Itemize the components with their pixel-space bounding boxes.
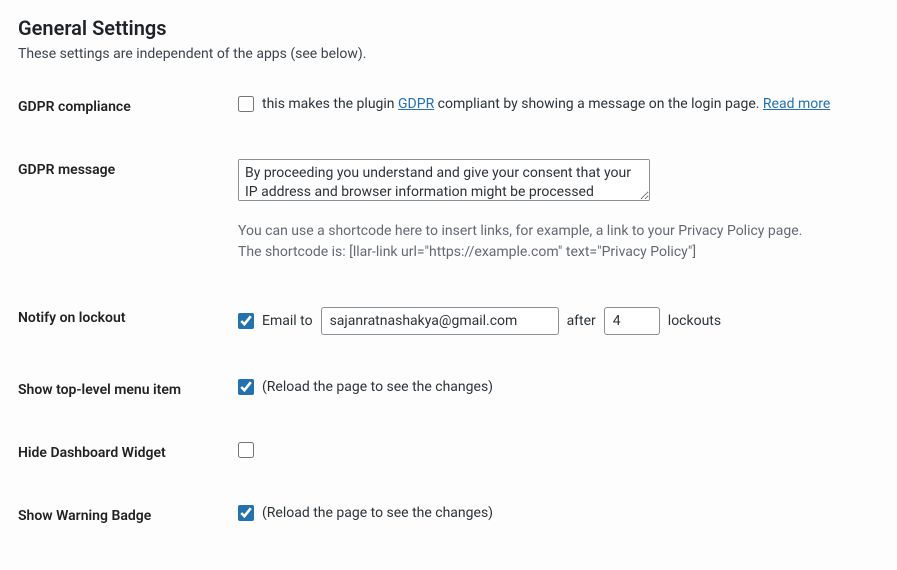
gdpr-link[interactable]: GDPR (398, 96, 434, 112)
row-warning-badge: Show Warning Badge (Reload the page to s… (18, 505, 881, 524)
email-input[interactable] (321, 307, 559, 335)
read-more-link[interactable]: Read more (763, 96, 830, 112)
label-top-level-menu: Show top-level menu item (18, 379, 238, 398)
textarea-gdpr-message[interactable] (238, 159, 650, 201)
row-notify-lockout: Notify on lockout Email to after lockout… (18, 307, 881, 335)
label-notify-lockout: Notify on lockout (18, 307, 238, 326)
section-title: General Settings (18, 16, 881, 40)
checkbox-hide-widget[interactable] (238, 442, 254, 458)
row-gdpr-compliance: GDPR compliance this makes the plugin GD… (18, 96, 881, 115)
lockouts-input[interactable] (604, 307, 660, 335)
help-line-1: You can use a shortcode here to insert l… (238, 221, 881, 242)
label-hide-widget: Hide Dashboard Widget (18, 442, 238, 461)
checkbox-gdpr-compliance[interactable] (238, 96, 254, 112)
row-gdpr-message: GDPR message You can use a shortcode her… (18, 159, 881, 263)
checkbox-notify-email[interactable] (238, 313, 254, 329)
gdpr-message-help: You can use a shortcode here to insert l… (238, 221, 881, 263)
after-label: after (567, 313, 596, 329)
gdpr-compliance-text: this makes the plugin GDPR compliant by … (262, 96, 830, 112)
gdpr-text-prefix: this makes the plugin (262, 96, 398, 112)
top-level-menu-note: (Reload the page to see the changes) (262, 379, 493, 395)
row-hide-widget: Hide Dashboard Widget (18, 442, 881, 461)
warning-badge-note: (Reload the page to see the changes) (262, 505, 493, 521)
label-gdpr-message: GDPR message (18, 159, 238, 178)
label-warning-badge: Show Warning Badge (18, 505, 238, 524)
label-gdpr-compliance: GDPR compliance (18, 96, 238, 115)
checkbox-warning-badge[interactable] (238, 505, 254, 521)
checkbox-top-level-menu[interactable] (238, 379, 254, 395)
email-to-label: Email to (262, 313, 313, 329)
row-top-level-menu: Show top-level menu item (Reload the pag… (18, 379, 881, 398)
section-description: These settings are independent of the ap… (18, 46, 881, 62)
gdpr-text-suffix: compliant by showing a message on the lo… (434, 96, 763, 112)
help-line-2: The shortcode is: [llar-link url="https:… (238, 242, 881, 263)
lockouts-label: lockouts (668, 313, 721, 329)
